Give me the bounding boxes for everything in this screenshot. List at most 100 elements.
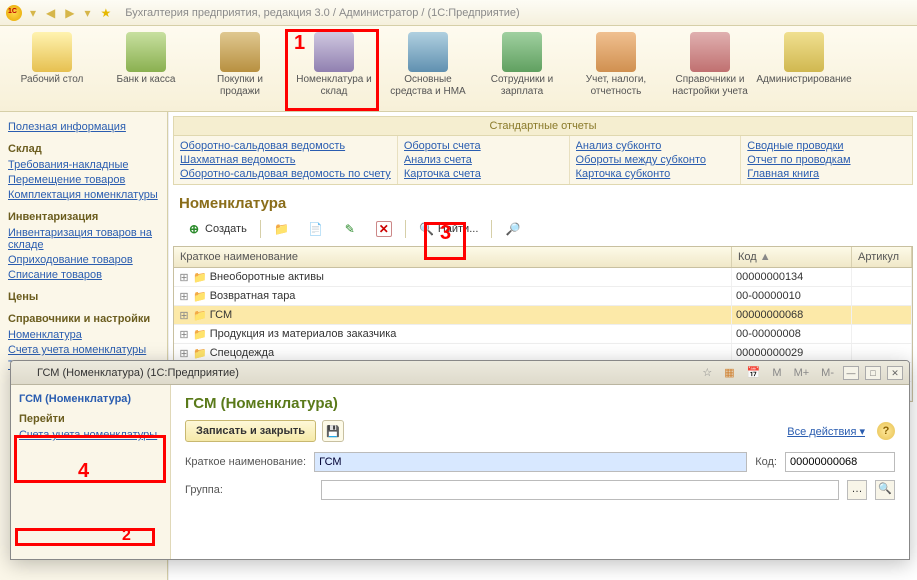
sidebar-link[interactable]: Счета учета номенклатуры <box>8 344 159 356</box>
new-folder-button[interactable]: 📁 <box>267 218 297 240</box>
toolbar-icon <box>32 32 72 72</box>
table-row[interactable]: ⊞📁Внеоборотные активы 00000000134 <box>174 268 912 287</box>
sidebar-link[interactable]: Инвентаризация товаров на складе <box>8 227 159 251</box>
history-dropdown-icon[interactable]: ▾ <box>83 6 93 20</box>
toolbar-item[interactable]: Банк и касса <box>108 32 184 111</box>
folder-icon: 📁 <box>193 347 207 360</box>
toolbar-item[interactable]: Рабочий стол <box>14 32 90 111</box>
expand-icon[interactable]: ⊞ <box>178 271 190 284</box>
report-link[interactable]: Карточка счета <box>404 168 563 180</box>
toolbar-label: Банк и касса <box>117 74 176 86</box>
report-link[interactable]: Оборотно-сальдовая ведомость <box>180 140 391 152</box>
separator <box>491 220 492 238</box>
col-name-header[interactable]: Краткое наименование <box>174 247 732 267</box>
report-link[interactable]: Анализ счета <box>404 154 563 166</box>
toolbar-item[interactable]: Номенклатура и склад <box>296 32 372 111</box>
toolbar-item[interactable]: Администрирование <box>766 32 842 111</box>
expand-icon[interactable]: ⊞ <box>178 309 190 322</box>
forward-icon[interactable]: ▶ <box>63 6 76 20</box>
toolbar-icon <box>126 32 166 72</box>
toolbar-item[interactable]: Учет, налоги, отчетность <box>578 32 654 111</box>
modal-nav-title: ГСМ (Номенклатура) <box>19 393 162 405</box>
create-button[interactable]: ⊕ Создать <box>179 218 254 240</box>
modal-main: ГСМ (Номенклатура) Записать и закрыть 💾 … <box>171 385 909 559</box>
sidebar-link[interactable]: Перемещение товаров <box>8 174 159 186</box>
report-link[interactable]: Обороты счета <box>404 140 563 152</box>
name-input[interactable] <box>314 452 747 472</box>
report-link[interactable]: Главная книга <box>747 168 906 180</box>
modal-nav-link[interactable]: Счета учета номенклатуры <box>19 429 162 441</box>
row-name: Спецодежда <box>210 347 274 359</box>
all-actions-link[interactable]: Все действия ▾ <box>787 425 865 438</box>
separator <box>405 220 406 238</box>
group-input[interactable] <box>321 480 839 500</box>
m-icon[interactable]: M <box>769 367 784 379</box>
help-icon[interactable]: ? <box>877 422 895 440</box>
report-link[interactable]: Сводные проводки <box>747 140 906 152</box>
modal-goto-link[interactable]: Перейти <box>19 413 162 425</box>
create-label: Создать <box>205 223 247 235</box>
expand-icon[interactable]: ⊞ <box>178 290 190 303</box>
delete-x-icon: ✕ <box>376 221 392 237</box>
sidebar-link[interactable]: Оприходование товаров <box>8 254 159 266</box>
modal-titlebar[interactable]: ГСМ (Номенклатура) (1С:Предприятие) ☆ ▦ … <box>11 361 909 385</box>
table-row[interactable]: ⊞📁ГСМ 00000000068 <box>174 306 912 325</box>
sidebar-section-head: Инвентаризация <box>8 211 159 223</box>
row-name: Возвратная тара <box>210 290 296 302</box>
col-code-header[interactable]: Код ▲ <box>732 247 852 267</box>
pencil-icon: ✎ <box>342 221 358 237</box>
sidebar-section-head: Склад <box>8 143 159 155</box>
group-select-button[interactable]: … <box>847 480 867 500</box>
window-title: Бухгалтерия предприятия, редакция 3.0 / … <box>125 7 519 19</box>
calendar-icon[interactable]: 📅 <box>744 366 764 379</box>
toolbar-item[interactable]: Сотрудники и зарплата <box>484 32 560 111</box>
diskette-icon: 💾 <box>326 425 340 438</box>
maximize-button[interactable]: □ <box>865 366 881 380</box>
expand-icon[interactable]: ⊞ <box>178 328 190 341</box>
row-name: Внеоборотные активы <box>210 271 324 283</box>
sidebar-link[interactable]: Требования-накладные <box>8 159 159 171</box>
copy-button[interactable]: 📄 <box>301 218 331 240</box>
m-plus-icon[interactable]: M+ <box>791 367 813 379</box>
report-link[interactable]: Анализ субконто <box>576 140 735 152</box>
group-open-button[interactable]: 🔍 <box>875 480 895 500</box>
report-link[interactable]: Карточка субконто <box>576 168 735 180</box>
row-art <box>852 325 912 343</box>
sidebar-link[interactable]: Списание товаров <box>8 269 159 281</box>
clear-find-button[interactable]: 🔎 <box>498 218 528 240</box>
report-link[interactable]: Шахматная ведомость <box>180 154 391 166</box>
favorite-star-icon[interactable]: ★ <box>99 6 114 20</box>
dropdown-icon[interactable]: ▾ <box>28 6 38 20</box>
toolbar-label: Администрирование <box>756 74 851 86</box>
report-link[interactable]: Отчет по проводкам <box>747 154 906 166</box>
calc-icon[interactable]: ▦ <box>721 366 737 379</box>
back-icon[interactable]: ◀ <box>44 6 57 20</box>
sidebar-link[interactable]: Номенклатура <box>8 329 159 341</box>
report-link[interactable]: Оборотно-сальдовая ведомость по счету <box>180 168 391 180</box>
folder-icon: 📁 <box>193 309 207 322</box>
code-input[interactable] <box>785 452 895 472</box>
sidebar-link[interactable]: Полезная информация <box>8 121 159 133</box>
toolbar-label: Рабочий стол <box>21 74 84 86</box>
row-code: 00000000134 <box>732 268 852 286</box>
toolbar-item[interactable]: Справочники и настройки учета <box>672 32 748 111</box>
toolbar-item[interactable]: Основные средства и НМА <box>390 32 466 111</box>
report-link[interactable]: Обороты между субконто <box>576 154 735 166</box>
folder-plus-icon: 📁 <box>274 221 290 237</box>
reports-title: Стандартные отчеты <box>174 117 912 136</box>
save-close-button[interactable]: Записать и закрыть <box>185 420 316 442</box>
minimize-button[interactable]: — <box>843 366 859 380</box>
table-row[interactable]: ⊞📁Продукция из материалов заказчика 00-0… <box>174 325 912 344</box>
col-art-header[interactable]: Артикул <box>852 247 912 267</box>
favorite-icon[interactable]: ☆ <box>699 366 715 379</box>
toolbar-item[interactable]: Покупки и продажи <box>202 32 278 111</box>
m-minus-icon[interactable]: M- <box>818 367 837 379</box>
edit-button[interactable]: ✎ <box>335 218 365 240</box>
save-button[interactable]: 💾 <box>322 420 344 442</box>
table-row[interactable]: ⊞📁Возвратная тара 00-00000010 <box>174 287 912 306</box>
close-button[interactable]: ✕ <box>887 366 903 380</box>
sidebar-link[interactable]: Комплектация номенклатуры <box>8 189 159 201</box>
expand-icon[interactable]: ⊞ <box>178 347 190 360</box>
delete-button[interactable]: ✕ <box>369 218 399 240</box>
row-name: ГСМ <box>210 309 232 321</box>
